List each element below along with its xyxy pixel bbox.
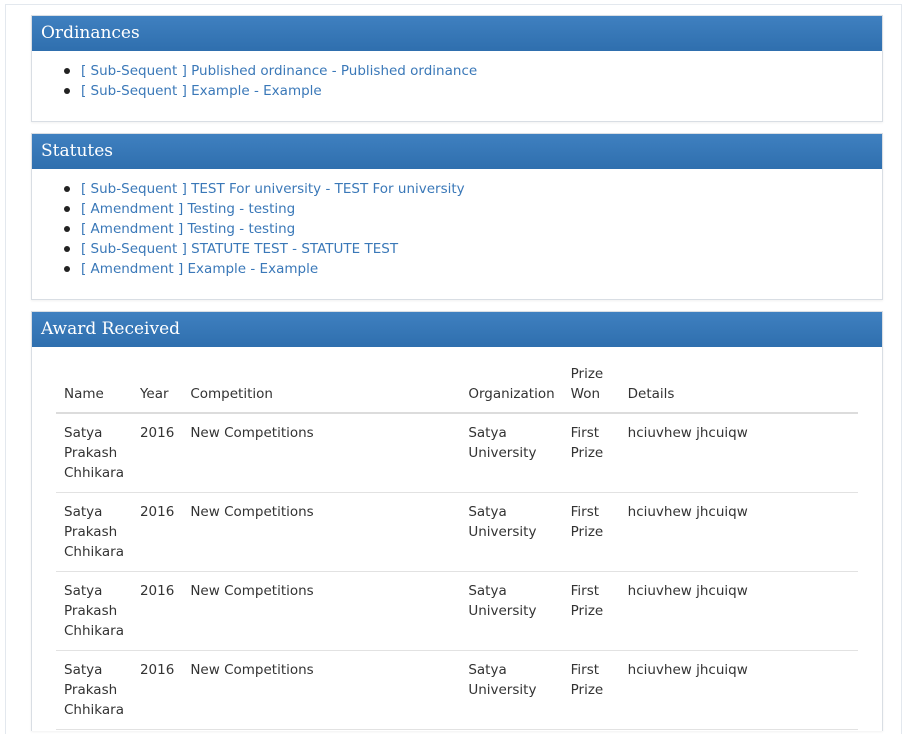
cell-name: Satya Prakash Chhikara (56, 413, 132, 493)
column-header-organization: Organization (460, 364, 563, 414)
list-item: [ Sub-Sequent ] Example - Example (64, 81, 882, 101)
cell-prize-won: First Prize (562, 650, 620, 730)
cell-details: hciuvhew jhcuiqw (619, 571, 858, 651)
cell-name: Satya Prakash Chhikara (56, 650, 132, 730)
cell-organization: Satya University (460, 492, 563, 572)
column-header-competition: Competition (182, 364, 461, 414)
awards-table: Name Year Competition Organization Prize… (56, 364, 858, 730)
column-header-prize-won: Prize Won (562, 364, 620, 414)
statutes-panel: Statutes [ Sub-Sequent ] TEST For univer… (31, 133, 883, 300)
table-row: Satya Prakash Chhikara 2016 New Competit… (56, 571, 858, 651)
cell-year: 2016 (131, 571, 183, 651)
cell-organization: Satya University (460, 413, 563, 493)
cell-details: hciuvhew jhcuiqw (619, 413, 858, 493)
list-item: [ Sub-Sequent ] STATUTE TEST - STATUTE T… (64, 239, 882, 259)
table-header-row: Name Year Competition Organization Prize… (56, 364, 858, 414)
cell-prize-won: First Prize (562, 413, 620, 493)
cell-details: hciuvhew jhcuiqw (619, 650, 858, 730)
statute-link[interactable]: [ Sub-Sequent ] TEST For university - TE… (81, 181, 465, 197)
cell-prize-won: First Prize (562, 492, 620, 572)
cell-competition: New Competitions (182, 571, 461, 651)
cell-organization: Satya University (460, 650, 563, 730)
list-item: [ Amendment ] Testing - testing (64, 199, 882, 219)
table-row: Satya Prakash Chhikara 2016 New Competit… (56, 413, 858, 493)
cell-competition: New Competitions (182, 650, 461, 730)
statute-link[interactable]: [ Amendment ] Testing - testing (81, 221, 295, 237)
cell-details: hciuvhew jhcuiqw (619, 492, 858, 572)
statutes-body: [ Sub-Sequent ] TEST For university - TE… (32, 169, 882, 279)
column-header-details: Details (619, 364, 858, 414)
statutes-list: [ Sub-Sequent ] TEST For university - TE… (32, 179, 882, 279)
column-header-name: Name (56, 364, 132, 414)
ordinance-link[interactable]: [ Sub-Sequent ] Published ordinance - Pu… (81, 63, 477, 79)
statute-link[interactable]: [ Amendment ] Testing - testing (81, 201, 295, 217)
statute-link[interactable]: [ Sub-Sequent ] STATUTE TEST - STATUTE T… (81, 241, 398, 257)
cell-year: 2016 (131, 650, 183, 730)
cell-name: Satya Prakash Chhikara (56, 492, 132, 572)
statutes-title: Statutes (32, 134, 882, 169)
ordinances-title: Ordinances (32, 16, 882, 51)
ordinance-link[interactable]: [ Sub-Sequent ] Example - Example (81, 83, 322, 99)
column-header-year: Year (131, 364, 183, 414)
cell-prize-won: First Prize (562, 571, 620, 651)
table-row: Satya Prakash Chhikara 2016 New Competit… (56, 650, 858, 730)
cell-competition: New Competitions (182, 413, 461, 493)
list-item: [ Sub-Sequent ] Published ordinance - Pu… (64, 61, 882, 81)
cell-organization: Satya University (460, 571, 563, 651)
ordinances-list: [ Sub-Sequent ] Published ordinance - Pu… (32, 61, 882, 101)
cell-year: 2016 (131, 492, 183, 572)
table-row: Satya Prakash Chhikara 2016 New Competit… (56, 492, 858, 572)
list-item: [ Sub-Sequent ] TEST For university - TE… (64, 179, 882, 199)
statute-link[interactable]: [ Amendment ] Example - Example (81, 261, 318, 277)
awards-panel: Award Received Name Year Competition Org… (31, 311, 883, 731)
cell-competition: New Competitions (182, 492, 461, 572)
awards-title: Award Received (32, 312, 882, 347)
list-item: [ Amendment ] Testing - testing (64, 219, 882, 239)
list-item: [ Amendment ] Example - Example (64, 259, 882, 279)
ordinances-panel: Ordinances [ Sub-Sequent ] Published ord… (31, 15, 883, 122)
ordinances-body: [ Sub-Sequent ] Published ordinance - Pu… (32, 51, 882, 101)
cell-name: Satya Prakash Chhikara (56, 571, 132, 651)
cell-year: 2016 (131, 413, 183, 493)
